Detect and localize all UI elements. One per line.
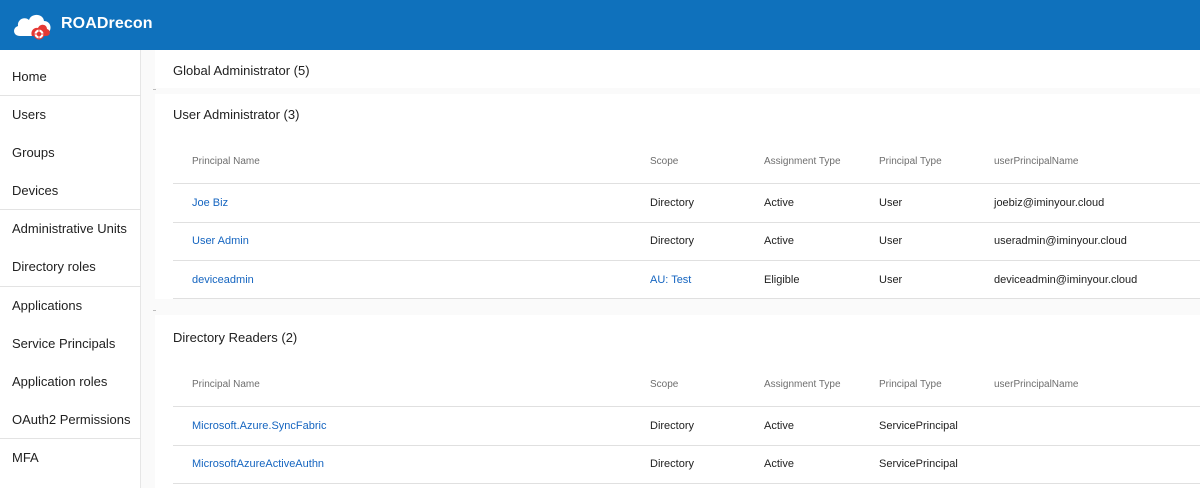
role-title[interactable]: User Administrator (3) bbox=[173, 107, 299, 122]
role-panel-global-administrator[interactable]: Global Administrator (5) bbox=[155, 50, 1200, 88]
column-header-principal-type: Principal Type bbox=[879, 379, 942, 390]
scope-cell: Directory bbox=[650, 197, 695, 209]
row-divider bbox=[173, 260, 1200, 261]
column-header-userprincipalname: userPrincipalName bbox=[994, 156, 1079, 167]
role-title[interactable]: Directory Readers (2) bbox=[173, 330, 297, 345]
row-divider bbox=[173, 183, 1200, 184]
scope-link[interactable]: AU: Test bbox=[650, 274, 691, 286]
upn-cell: joebiz@iminyour.cloud bbox=[994, 197, 1105, 209]
row-divider bbox=[173, 483, 1200, 484]
principal-type-cell: ServicePrincipal bbox=[879, 420, 958, 432]
scope-cell: Directory bbox=[650, 420, 695, 432]
sidebar-item-applications[interactable]: Applications bbox=[0, 287, 141, 325]
column-header-principal-name: Principal Name bbox=[192, 379, 260, 390]
top-bar: ROADrecon bbox=[0, 0, 1200, 50]
assignment-type-cell: Active bbox=[764, 458, 794, 470]
role-panel-directory-readers: Directory Readers (2) Principal Name Sco… bbox=[155, 315, 1200, 488]
column-header-scope: Scope bbox=[650, 156, 679, 167]
scope-cell: Directory bbox=[650, 235, 695, 247]
app-title: ROADrecon bbox=[61, 15, 153, 32]
role-title[interactable]: Global Administrator (5) bbox=[173, 63, 310, 78]
principal-name-link[interactable]: MicrosoftAzureActiveAuthn bbox=[192, 458, 324, 470]
principal-type-cell: User bbox=[879, 274, 903, 286]
sidebar-item-directory-roles[interactable]: Directory roles bbox=[0, 248, 141, 286]
sidebar-item-devices[interactable]: Devices bbox=[0, 172, 141, 210]
row-divider bbox=[173, 222, 1200, 223]
row-divider bbox=[173, 298, 1200, 299]
directory-roles-content: Global Administrator (5) User Administra… bbox=[141, 50, 1200, 488]
assignment-type-cell: Active bbox=[764, 197, 794, 209]
principal-name-link[interactable]: Joe Biz bbox=[192, 197, 228, 209]
column-header-principal-name: Principal Name bbox=[192, 156, 260, 167]
column-header-assignment-type: Assignment Type bbox=[764, 379, 841, 390]
sidebar-item-application-roles[interactable]: Application roles bbox=[0, 363, 141, 401]
sidebar-item-users[interactable]: Users bbox=[0, 96, 141, 134]
upn-cell: useradmin@iminyour.cloud bbox=[994, 235, 1127, 247]
sidebar-item-home[interactable]: Home bbox=[0, 58, 141, 96]
principal-type-cell: ServicePrincipal bbox=[879, 458, 958, 470]
principal-name-link[interactable]: Microsoft.Azure.SyncFabric bbox=[192, 420, 326, 432]
column-header-principal-type: Principal Type bbox=[879, 156, 942, 167]
principal-type-cell: User bbox=[879, 197, 903, 209]
principal-name-link[interactable]: User Admin bbox=[192, 235, 249, 247]
upn-cell: deviceadmin@iminyour.cloud bbox=[994, 274, 1138, 286]
row-divider bbox=[173, 445, 1200, 446]
assignment-type-cell: Eligible bbox=[764, 274, 800, 286]
principal-name-link[interactable]: deviceadmin bbox=[192, 274, 254, 286]
column-header-userprincipalname: userPrincipalName bbox=[994, 379, 1079, 390]
role-panel-user-administrator: User Administrator (3) Principal Name Sc… bbox=[155, 94, 1200, 299]
assignment-type-cell: Active bbox=[764, 420, 794, 432]
sidebar-item-administrative-units[interactable]: Administrative Units bbox=[0, 210, 141, 248]
roadrecon-logo-icon bbox=[14, 14, 51, 40]
row-divider bbox=[173, 406, 1200, 407]
principal-type-cell: User bbox=[879, 235, 903, 247]
sidebar-item-groups[interactable]: Groups bbox=[0, 134, 141, 172]
sidebar-item-oauth2-permissions[interactable]: OAuth2 Permissions bbox=[0, 401, 141, 439]
column-header-assignment-type: Assignment Type bbox=[764, 156, 841, 167]
assignment-type-cell: Active bbox=[764, 235, 794, 247]
sidebar: Home Users Groups Devices Administrative… bbox=[0, 50, 141, 488]
sidebar-item-mfa[interactable]: MFA bbox=[0, 439, 141, 477]
panel-separator bbox=[153, 310, 156, 311]
panel-separator bbox=[153, 89, 156, 90]
column-header-scope: Scope bbox=[650, 379, 679, 390]
scope-cell: Directory bbox=[650, 458, 695, 470]
sidebar-item-service-principals[interactable]: Service Principals bbox=[0, 325, 141, 363]
